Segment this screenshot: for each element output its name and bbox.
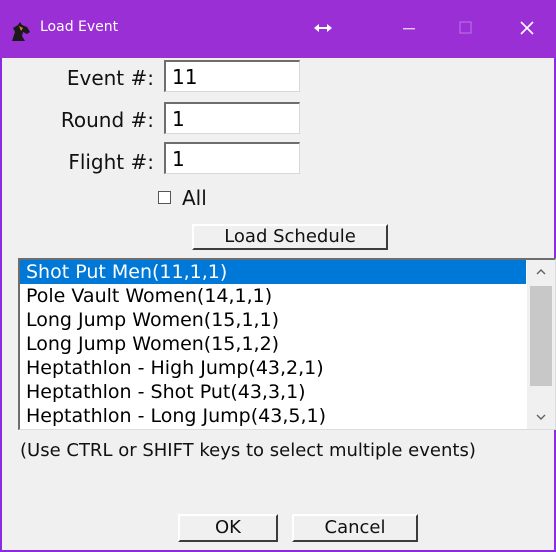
move-button[interactable]	[298, 0, 348, 58]
events-list: Shot Put Men(11,1,1) Pole Vault Women(14,…	[20, 260, 526, 428]
flight-number-input[interactable]	[164, 142, 300, 174]
minimize-button[interactable]	[384, 0, 434, 58]
round-number-input[interactable]	[164, 102, 300, 134]
multi-select-hint: (Use CTRL or SHIFT keys to select multip…	[20, 440, 476, 461]
load-schedule-button[interactable]: Load Schedule	[192, 224, 388, 250]
all-checkbox-label: All	[182, 186, 207, 210]
title-bar[interactable]: Load Event	[0, 0, 556, 58]
window-title: Load Event	[40, 19, 119, 35]
maximize-button[interactable]	[440, 0, 490, 58]
load-event-dialog: Load Event Event #: Round #: Flight #:	[0, 0, 556, 552]
event-list-item[interactable]: Pole Vault Women(14,1,1)	[20, 284, 526, 308]
event-list-item[interactable]: Heptathlon - Shot Put(43,3,1)	[20, 380, 526, 404]
chevron-up-icon	[536, 269, 546, 275]
scroll-down-button[interactable]	[527, 405, 555, 429]
event-list-item[interactable]: Shot Put Men(11,1,1)	[20, 260, 526, 284]
horse-head-icon	[10, 22, 32, 42]
round-number-label: Round #:	[60, 108, 154, 132]
event-list-item[interactable]: Long Jump Women(15,1,2)	[20, 332, 526, 356]
all-checkbox-box[interactable]	[158, 191, 171, 204]
close-button[interactable]	[502, 0, 552, 58]
chevron-down-icon	[536, 414, 546, 420]
cancel-button[interactable]: Cancel	[292, 514, 418, 542]
event-list-item[interactable]: Long Jump Women(15,1,1)	[20, 308, 526, 332]
event-list-item[interactable]: Heptathlon - High Jump(43,2,1)	[20, 356, 526, 380]
ok-button[interactable]: OK	[178, 514, 278, 542]
events-listbox[interactable]: Shot Put Men(11,1,1) Pole Vault Women(14,…	[18, 258, 556, 430]
minimize-icon	[403, 28, 415, 30]
event-list-item[interactable]: Heptathlon - Long Jump(43,5,1)	[20, 404, 526, 428]
vertical-scrollbar[interactable]	[527, 260, 555, 429]
event-number-input[interactable]	[164, 60, 300, 92]
flight-number-label: Flight #:	[68, 150, 154, 174]
scroll-up-button[interactable]	[527, 260, 555, 284]
maximize-icon	[459, 21, 472, 34]
resize-horizontal-icon	[314, 24, 332, 32]
scrollbar-thumb[interactable]	[530, 286, 552, 386]
close-icon	[520, 21, 534, 35]
event-number-label: Event #:	[66, 66, 154, 90]
